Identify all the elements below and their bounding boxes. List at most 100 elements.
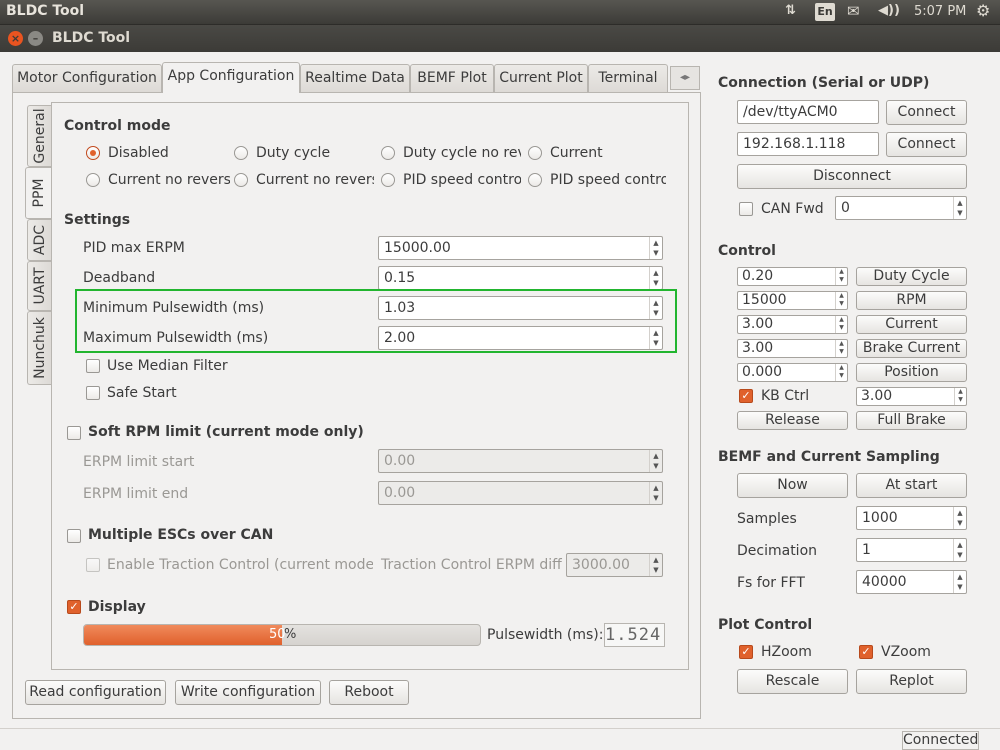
side-tab-nunchuk[interactable]: Nunchuk	[27, 311, 51, 385]
side-tab-uart[interactable]: UART	[27, 261, 51, 311]
pulsewidth-lcd: 1.524	[604, 623, 665, 647]
fs-fft-spinbox[interactable]: 40000 ▲ ▼	[856, 570, 967, 594]
rpm-spinbox[interactable]: 15000 ▲ ▼	[737, 291, 848, 310]
replot-button[interactable]: Replot	[856, 669, 967, 694]
gear-icon[interactable]: ⚙	[976, 1, 990, 20]
spinner-arrows-icon[interactable]: ▲ ▼	[835, 340, 847, 357]
current-spinbox[interactable]: 3.00 ▲ ▼	[737, 315, 848, 334]
rescale-button[interactable]: Rescale	[737, 669, 848, 694]
connect-serial-button[interactable]: Connect	[886, 100, 967, 125]
pid-max-erpm-spinbox[interactable]: 15000.00 ▲ ▼	[378, 236, 663, 260]
min-pulsewidth-spinbox[interactable]: 1.03 ▲ ▼	[378, 296, 663, 320]
pulsewidth-progress-bar: 50 %	[83, 624, 481, 646]
spinner-arrows-icon[interactable]: ▲ ▼	[953, 571, 966, 593]
can-fwd-checkbox[interactable]	[739, 202, 753, 216]
write-configuration-button[interactable]: Write configuration	[175, 680, 321, 705]
display-checkbox[interactable]: ✓	[67, 600, 81, 614]
side-tab-ppm[interactable]: PPM	[25, 167, 51, 219]
release-button[interactable]: Release	[737, 411, 848, 430]
at-start-button[interactable]: At start	[856, 473, 967, 498]
clock[interactable]: 5:07 PM	[914, 4, 966, 19]
disconnect-button[interactable]: Disconnect	[737, 164, 967, 189]
tab-scroll-buttons[interactable]: ◂▸	[670, 66, 700, 90]
spinner-arrows-icon[interactable]: ▲ ▼	[835, 364, 847, 381]
brake-current-spinbox[interactable]: 3.00 ▲ ▼	[737, 339, 848, 358]
tab-motor-configuration[interactable]: Motor Configuration	[12, 64, 162, 92]
spinner-arrows-icon[interactable]: ▲ ▼	[835, 268, 847, 285]
position-value: 0.000	[742, 364, 783, 380]
spinner-arrows-icon[interactable]: ▲ ▼	[649, 237, 662, 259]
traction-control-checkbox[interactable]	[86, 558, 100, 572]
traction-erpm-diff-spinbox[interactable]: 3000.00 ▲ ▼	[566, 553, 663, 577]
position-spinbox[interactable]: 0.000 ▲ ▼	[737, 363, 848, 382]
safe-start-checkbox[interactable]	[86, 386, 100, 400]
vzoom-checkbox[interactable]: ✓	[859, 645, 873, 659]
connect-udp-button[interactable]: Connect	[886, 132, 967, 157]
spinner-arrows-icon[interactable]: ▲ ▼	[835, 292, 847, 309]
spinner-arrows-icon[interactable]: ▲ ▼	[649, 482, 662, 504]
spinner-arrows-icon[interactable]: ▲ ▼	[953, 507, 966, 529]
kb-ctrl-spinbox[interactable]: 3.00 ▲ ▼	[856, 387, 967, 406]
soft-rpm-checkbox[interactable]	[67, 426, 81, 440]
duty-cycle-button[interactable]: Duty Cycle	[856, 267, 967, 286]
volume-icon[interactable]: ◀))	[878, 3, 900, 18]
spinner-arrows-icon[interactable]: ▲ ▼	[649, 450, 662, 472]
radio-current[interactable]	[528, 146, 542, 160]
udp-address-input[interactable]: 192.168.1.118	[737, 132, 879, 156]
max-pulsewidth-spinbox[interactable]: 2.00 ▲ ▼	[378, 326, 663, 350]
spinner-arrows-icon[interactable]: ▲ ▼	[649, 297, 662, 319]
radio-pid-speed-control-2[interactable]	[528, 173, 542, 187]
spinner-arrows-icon[interactable]: ▲ ▼	[649, 327, 662, 349]
mail-icon[interactable]: ✉	[847, 2, 860, 20]
side-tab-adc[interactable]: ADC	[27, 219, 51, 261]
duty-cycle-spinbox[interactable]: 0.20 ▲ ▼	[737, 267, 848, 286]
spinner-arrows-icon[interactable]: ▲ ▼	[953, 197, 966, 219]
spinner-arrows-icon[interactable]: ▲ ▼	[649, 554, 662, 576]
tab-bemf-plot[interactable]: BEMF Plot	[410, 64, 494, 92]
read-configuration-button[interactable]: Read configuration	[25, 680, 166, 705]
serial-port-input[interactable]: /dev/ttyACM0	[737, 100, 879, 124]
spinner-arrows-icon[interactable]: ▲ ▼	[954, 388, 966, 405]
tab-app-configuration[interactable]: App Configuration	[162, 62, 300, 93]
kb-ctrl-checkbox[interactable]: ✓	[739, 389, 753, 403]
hzoom-checkbox[interactable]: ✓	[739, 645, 753, 659]
deadband-label: Deadband	[83, 270, 156, 286]
current-button[interactable]: Current	[856, 315, 967, 334]
brake-current-button[interactable]: Brake Current	[856, 339, 967, 358]
radio-current-label: Current	[550, 145, 603, 161]
serial-port-value: /dev/ttyACM0	[743, 104, 838, 120]
now-button[interactable]: Now	[737, 473, 848, 498]
close-icon[interactable]: ×	[8, 31, 23, 46]
radio-duty-cycle-label: Duty cycle	[256, 145, 331, 161]
side-tab-general[interactable]: General	[27, 105, 51, 167]
spinner-arrows-icon[interactable]: ▲ ▼	[953, 539, 966, 561]
scroll-right-icon[interactable]: ▸	[685, 72, 690, 83]
radio-pid-speed-control[interactable]	[381, 173, 395, 187]
radio-duty-cycle-no-reverse[interactable]	[381, 146, 395, 160]
rpm-button[interactable]: RPM	[856, 291, 967, 310]
spinner-arrows-icon[interactable]: ▲ ▼	[835, 316, 847, 333]
radio-duty-cycle[interactable]	[234, 146, 248, 160]
erpm-limit-start-spinbox[interactable]: 0.00 ▲ ▼	[378, 449, 663, 473]
tab-realtime-data[interactable]: Realtime Data	[300, 64, 410, 92]
network-arrows-icon[interactable]: ⇅	[785, 3, 796, 18]
spinner-arrows-icon[interactable]: ▲ ▼	[649, 267, 662, 289]
keyboard-icon[interactable]: En	[815, 3, 835, 21]
minimize-icon[interactable]: –	[28, 31, 43, 46]
can-id-spinbox[interactable]: 0 ▲ ▼	[835, 196, 967, 220]
deadband-spinbox[interactable]: 0.15 ▲ ▼	[378, 266, 663, 290]
reboot-button[interactable]: Reboot	[329, 680, 409, 705]
decimation-spinbox[interactable]: 1 ▲ ▼	[856, 538, 967, 562]
full-brake-button[interactable]: Full Brake	[856, 411, 967, 430]
radio-current-no-reverse-brake[interactable]	[234, 173, 248, 187]
samples-spinbox[interactable]: 1000 ▲ ▼	[856, 506, 967, 530]
radio-disabled[interactable]	[86, 146, 100, 160]
radio-current-no-reverse[interactable]	[86, 173, 100, 187]
tab-terminal[interactable]: Terminal	[588, 64, 668, 92]
tab-current-plot[interactable]: Current Plot	[494, 64, 588, 92]
traction-erpm-diff-label: Traction Control ERPM diff	[381, 557, 562, 573]
multiple-escs-checkbox[interactable]	[67, 529, 81, 543]
position-button[interactable]: Position	[856, 363, 967, 382]
erpm-limit-end-spinbox[interactable]: 0.00 ▲ ▼	[378, 481, 663, 505]
median-filter-checkbox[interactable]	[86, 359, 100, 373]
